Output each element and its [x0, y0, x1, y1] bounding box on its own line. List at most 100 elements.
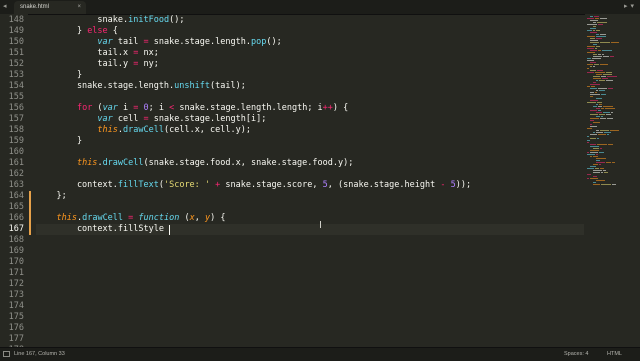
minimap-stroke [587, 102, 596, 103]
minimap-stroke [603, 112, 610, 113]
minimap-stroke [601, 116, 603, 117]
current-code-line[interactable]: context.fillStyle [36, 224, 584, 235]
indentation-setting[interactable]: Spaces: 4 [564, 350, 588, 358]
minimap-stroke [590, 16, 593, 17]
code-line[interactable]: var cell = snake.stage.length[i]; [36, 114, 266, 125]
minimap-stroke [594, 64, 599, 65]
code-token: snake.stage.length. [148, 37, 251, 47]
minimap-stroke [596, 34, 599, 35]
code-area[interactable]: snake.initFood(); } else { var tail = sn… [36, 14, 584, 347]
code-token: pop [250, 37, 267, 47]
minimap-stroke [607, 134, 609, 135]
minimap-stroke [590, 96, 593, 97]
code-token: var [97, 114, 113, 124]
minimap-stroke [603, 170, 606, 171]
minimap-stroke [590, 110, 597, 111]
minimap-stroke [587, 178, 589, 179]
line-number: 167 [8, 224, 24, 234]
code-token: (snake.stage.food.x, snake.stage.food.y)… [143, 158, 354, 168]
code-line[interactable]: snake.initFood(); [36, 15, 184, 26]
minimap-stroke [593, 106, 597, 107]
minimap-stroke [596, 30, 600, 31]
code-line[interactable]: this.drawCell = function (x, y) { [36, 213, 225, 224]
minimap-stroke [590, 40, 598, 41]
code-token: ) { [332, 103, 349, 113]
minimap-stroke [593, 44, 597, 45]
back-arrow-icon[interactable]: ◂ [3, 2, 7, 12]
minimap-stroke [587, 154, 595, 155]
minimap-stroke [593, 76, 600, 77]
minimap-stroke [596, 112, 602, 113]
minimap-stroke [612, 184, 616, 185]
minimap-stroke [600, 34, 606, 35]
line-number: 176 [8, 323, 24, 333]
minimap-stroke [596, 180, 605, 181]
code-line[interactable]: context.fillText('Score: ' + snake.stage… [36, 180, 471, 191]
line-number: 163 [8, 180, 24, 190]
minimap-stroke [600, 42, 610, 43]
minimap-stroke [590, 118, 599, 119]
minimap-stroke [601, 76, 606, 77]
code-token: initFood [128, 15, 170, 25]
cursor-position: Line 167, Column 33 [14, 351, 65, 357]
minimap-stroke [596, 74, 602, 75]
minimap-stroke [593, 132, 595, 133]
code-line[interactable]: this.drawCell(snake.stage.food.x, snake.… [36, 158, 353, 169]
code-line[interactable]: tail.x = nx; [36, 48, 158, 59]
code-line[interactable]: var tail = snake.stage.length.pop(); [36, 37, 281, 48]
code-token: snake.stage.length.length; i [174, 103, 323, 113]
minimap-stroke [599, 152, 604, 153]
code-token: fillText [117, 180, 159, 190]
line-number: 158 [8, 125, 24, 135]
code-line[interactable]: snake.stage.length.unshift(tail); [36, 81, 246, 92]
minimap-stroke [606, 114, 611, 115]
minimap-stroke [606, 80, 613, 81]
code-token: tail.x [36, 48, 134, 58]
code-token: } [36, 26, 88, 36]
code-token: tail.y [36, 59, 134, 69]
code-token: snake. [36, 15, 129, 25]
code-line[interactable]: }; [36, 191, 66, 202]
code-token: (cell.x, cell.y); [163, 125, 251, 135]
minimap-stroke [590, 94, 600, 95]
minimap-stroke [602, 54, 604, 55]
code-token: ; i [148, 103, 170, 113]
line-number: 170 [8, 257, 24, 267]
tab-dropdown-icon[interactable]: ▾ [630, 2, 634, 12]
close-icon[interactable]: × [77, 3, 81, 12]
minimap-stroke [590, 146, 599, 147]
minimap-stroke [587, 136, 589, 137]
minimap-stroke [590, 84, 600, 85]
code-line[interactable]: } [36, 136, 82, 147]
minimap-stroke [599, 114, 605, 115]
line-number: 161 [8, 158, 24, 168]
line-number: 168 [8, 235, 24, 245]
tab-snake-html[interactable]: snake.html × [14, 1, 86, 14]
minimap-stroke [593, 122, 600, 123]
minimap-stroke [598, 110, 601, 111]
code-token: else [87, 26, 108, 36]
line-number: 171 [8, 268, 24, 278]
minimap-stroke [590, 120, 594, 121]
minimap-stroke [611, 42, 619, 43]
syntax-selector[interactable]: HTML [607, 350, 622, 358]
code-token: this [76, 158, 98, 168]
forward-arrow-icon[interactable]: ▸ [624, 2, 628, 12]
code-line[interactable]: } [36, 70, 82, 81]
minimap-stroke [604, 132, 611, 133]
minimap-stroke [590, 66, 592, 67]
minimap-stroke [593, 164, 598, 165]
editor-window: ◂ snake.html × ▸ ▾ 148 149 150 151 152 153 154… [0, 0, 640, 361]
panel-toggle-icon[interactable] [3, 351, 10, 357]
code-token: ( [92, 103, 103, 113]
minimap-stroke [597, 70, 603, 71]
minimap-stroke [597, 144, 607, 145]
code-line[interactable]: this.drawCell(cell.x, cell.y); [36, 125, 251, 136]
minimap-stroke [598, 88, 607, 89]
code-line[interactable]: for (var i = 0; i < snake.stage.length.l… [36, 103, 348, 114]
code-token: for [76, 103, 93, 113]
code-line[interactable]: } else { [36, 26, 118, 37]
code-line[interactable]: tail.y = ny; [36, 59, 158, 70]
minimap[interactable] [585, 14, 640, 347]
